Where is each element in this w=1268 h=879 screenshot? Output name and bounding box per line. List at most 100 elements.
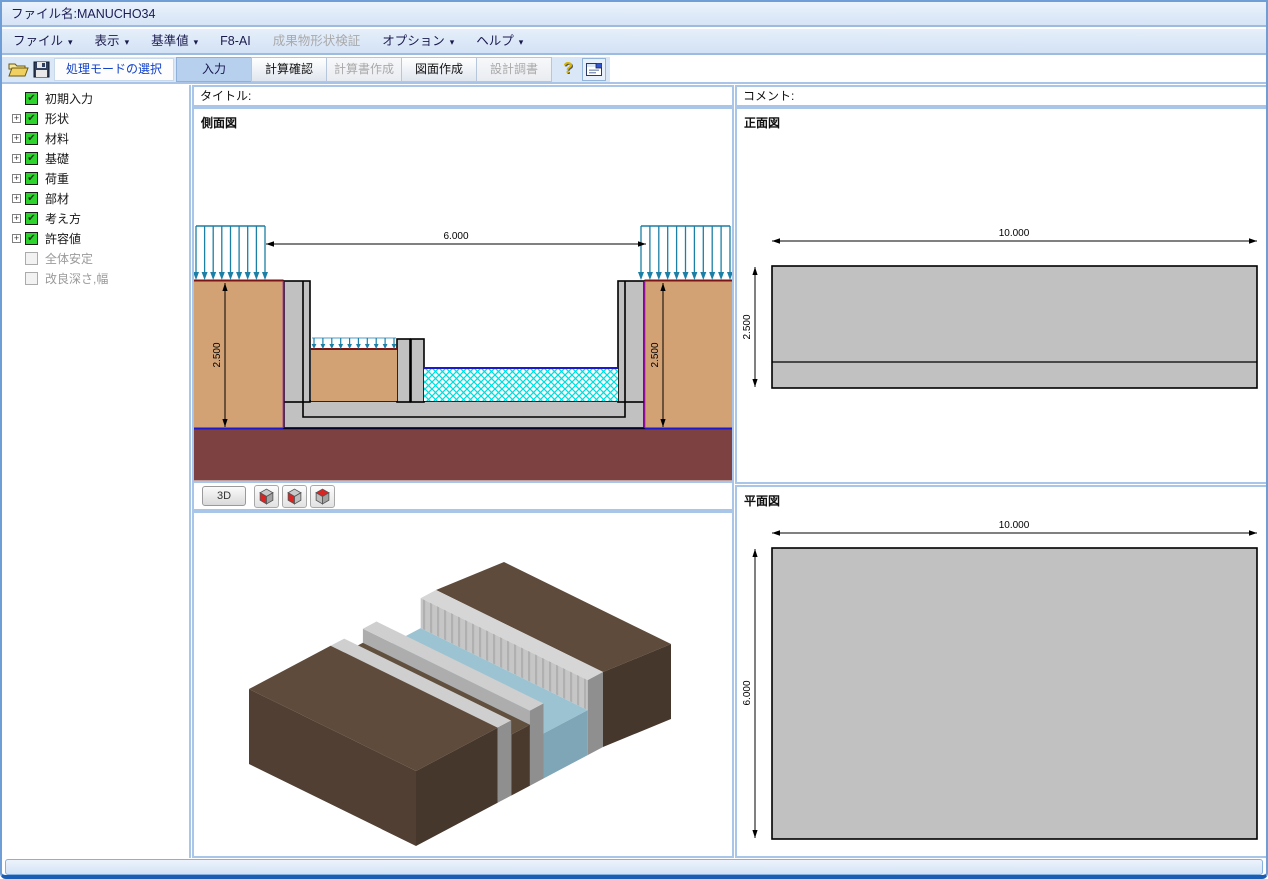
surcharge-load-backfill [312,338,397,349]
view-cube-left-button[interactable] [254,485,279,508]
help-button[interactable]: ? [558,58,578,81]
dimension-width [772,238,1257,244]
tab-design-report: 設計調書 [476,57,552,82]
open-file-button[interactable] [7,59,29,80]
water-fill [424,368,618,401]
plan-view-panel: 平面図 10.000 6.000 [735,485,1268,858]
expand-plus-icon[interactable]: + [12,134,21,143]
checkbox-checked-icon[interactable]: ✔ [25,232,38,245]
side-view-panel: 側面図 [192,107,734,483]
right-wall [618,281,644,402]
mode-select-label: 処理モードの選択 [54,58,174,81]
open-folder-icon [8,61,29,78]
view3d-button[interactable]: 3D [202,486,246,506]
window-icon [586,63,602,76]
checkbox-checked-icon[interactable]: ✔ [25,132,38,145]
front-view-drawing: 10.000 2.500 [737,109,1266,482]
tree-item-foundation[interactable]: +✔基礎 [4,148,189,168]
menu-item-view[interactable]: 表示▾ [84,28,141,54]
expand-plus-icon[interactable]: + [12,214,21,223]
expand-plus-icon[interactable]: + [12,174,21,183]
help-icon: ? [563,60,573,77]
tree-item-shape[interactable]: +✔形状 [4,108,189,128]
dimension-width [772,530,1257,536]
plan-view-dim-width: 10.000 [999,520,1030,531]
checkbox-checked-icon[interactable]: ✔ [25,212,38,225]
plan-view-drawing: 10.000 6.000 [737,487,1266,856]
app-window: ファイル名:MANUCHO34 ファイル▾ 表示▾ 基準値▾ F8-AI 成果物… [0,0,1268,879]
view3d-panel[interactable] [192,511,734,858]
expand-plus-icon[interactable]: + [12,194,21,203]
checkbox-checked-icon[interactable]: ✔ [25,192,38,205]
checkbox-unchecked-icon [25,252,38,265]
surcharge-load-right [638,226,732,280]
dropdown-caret-icon: ▾ [125,37,130,47]
menu-item-options[interactable]: オプション▾ [371,28,465,54]
menu-item-file[interactable]: ファイル▾ [2,28,84,54]
view3d-toolbar: 3D [192,483,734,511]
dimension-height [752,267,757,387]
tree-item-improvement-depth-width: 改良深さ,幅 [4,268,189,288]
save-icon [33,61,50,78]
tree-item-material[interactable]: +✔材料 [4,128,189,148]
checkbox-checked-icon[interactable]: ✔ [25,172,38,185]
side-view-label: 側面図 [201,114,237,131]
message-window-button[interactable] [582,58,606,81]
view-cube-top-button[interactable] [310,485,335,508]
view3d-drawing [194,513,732,856]
expand-plus-icon[interactable]: + [12,234,21,243]
save-button[interactable] [30,59,52,80]
tree-item-design-approach[interactable]: +✔考え方 [4,208,189,228]
front-view-panel: 正面図 10.000 2.500 [735,107,1268,484]
side-view-dim-height-right: 2.500 [650,342,661,367]
tab-input[interactable]: 入力 [176,57,252,82]
checkbox-checked-icon[interactable]: ✔ [25,152,38,165]
dropdown-caret-icon: ▾ [519,37,524,47]
view-cube-right-icon [286,488,303,505]
title-bar: ファイル名:MANUCHO34 [2,2,1266,27]
middle-wall-left [397,339,410,402]
view-cube-right-button[interactable] [282,485,307,508]
dropdown-caret-icon: ▾ [450,37,455,47]
view-cube-left-icon [258,488,275,505]
front-view-dim-height: 2.500 [742,314,753,339]
tree-item-allowable-values[interactable]: +✔許容値 [4,228,189,248]
tree-item-overall-stability: 全体安定 [4,248,189,268]
expand-plus-icon[interactable]: + [12,154,21,163]
comment-field-label: コメント: [743,89,794,103]
expand-plus-icon[interactable]: + [12,114,21,123]
side-view-dim-width: 6.000 [443,231,468,242]
structure-front-face [772,266,1257,388]
tree-item-load[interactable]: +✔荷重 [4,168,189,188]
status-bar [5,859,1263,875]
checkbox-checked-icon[interactable]: ✔ [25,92,38,105]
menu-item-f8-ai[interactable]: F8-AI [209,28,262,54]
menu-item-standard-values[interactable]: 基準値▾ [140,28,209,54]
title-field-label: タイトル: [200,89,251,103]
backfill-end [511,725,530,796]
menu-item-help[interactable]: ヘルプ▾ [465,28,534,54]
dimension-height [752,549,757,838]
bottom-slab [284,401,644,428]
title-header: タイトル: [192,85,734,107]
soil-left [194,281,284,429]
front-view-dim-width: 10.000 [999,228,1030,239]
tab-report-creation: 計算書作成 [326,57,402,82]
plan-view-dim-height: 6.000 [742,680,753,705]
toolbar: 処理モードの選択 入力 計算確認 計算書作成 図面作成 設計調書 ? [2,57,1266,84]
tab-drawing-creation[interactable]: 図面作成 [401,57,477,82]
left-wall [284,281,310,402]
wall-middle-end [530,704,544,786]
structure-plan-face [772,548,1257,839]
side-view-dim-height-left: 2.500 [212,342,223,367]
comment-header: コメント: [735,85,1268,107]
side-view-drawing: 6.000 2.500 2.500 [194,109,732,481]
sidebar: ✔初期入力 +✔形状 +✔材料 +✔基礎 +✔荷重 +✔部材 +✔考え方 +✔許… [4,85,191,858]
dimension-width [266,241,646,247]
view-cube-top-icon [314,488,331,505]
tab-calculation-check[interactable]: 計算確認 [251,57,327,82]
tree-item-initial-input[interactable]: ✔初期入力 [4,88,189,108]
checkbox-checked-icon[interactable]: ✔ [25,112,38,125]
wall-back-end [588,672,603,755]
tree-item-member[interactable]: +✔部材 [4,188,189,208]
